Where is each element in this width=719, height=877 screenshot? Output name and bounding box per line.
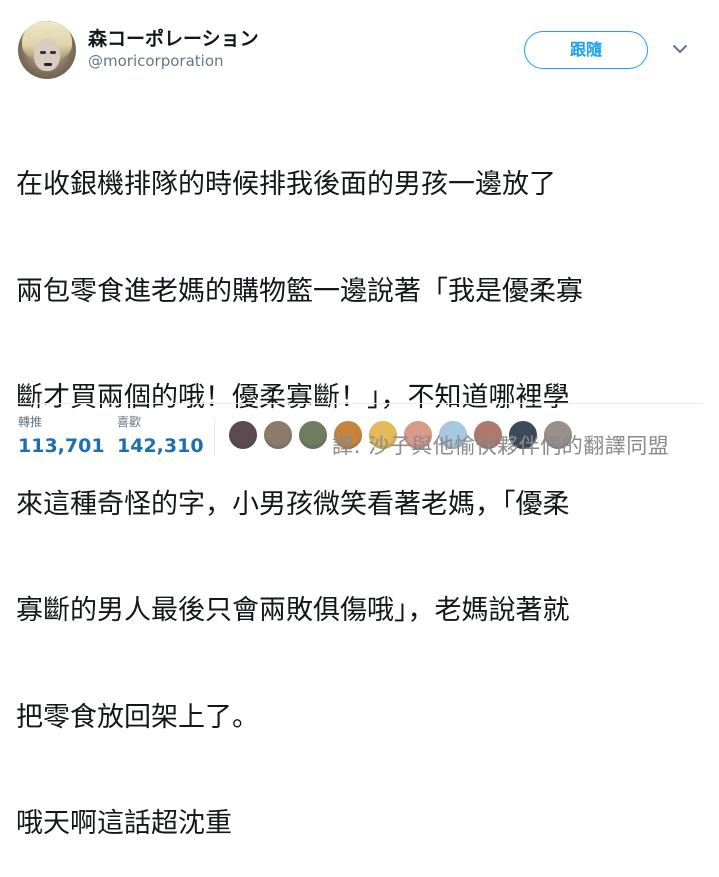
avatar-face (34, 39, 60, 71)
user-display-name[interactable]: 森コーポレーション (88, 24, 259, 51)
translator-watermark: 譯: 沙子與他愉快夥伴們的翻譯同盟 (332, 434, 670, 458)
tweet-text-line: 兩包零食進老媽的購物籃一邊說著「我是優柔寡 (16, 275, 583, 307)
user-avatar[interactable] (18, 21, 76, 79)
like-count[interactable]: 142,310 (117, 432, 204, 460)
tweet-text-line: 在收銀機排隊的時候排我後面的男孩一邊放了 (16, 169, 556, 200)
avatar-eye-right (50, 51, 56, 54)
tweet-text: 在收銀機排隊的時候排我後面的男孩一邊放了 兩包零食進老媽的購物籃一邊說著「我是優… (16, 96, 706, 877)
user-handle[interactable]: @moricorporation (88, 52, 224, 70)
stats-divider (16, 403, 703, 404)
retweet-stat[interactable]: 轉推 113,701 (18, 414, 105, 460)
tweet-header: 森コーポレーション @moricorporation 跟隨 (0, 0, 719, 90)
follow-button[interactable]: 跟隨 (524, 31, 648, 69)
liker-avatar-2[interactable] (263, 420, 293, 450)
chevron-down-icon[interactable] (672, 42, 688, 56)
like-stat[interactable]: 喜歡 142,310 (117, 414, 204, 460)
retweet-count[interactable]: 113,701 (18, 432, 105, 460)
tweet-text-line: 斷才買兩個的哦！優柔寡斷！」，不知道哪裡學 (16, 382, 570, 413)
liker-avatar-3[interactable] (298, 420, 328, 450)
retweet-label: 轉推 (18, 415, 43, 429)
tweet-text-line: 哦天啊這話超沈重 (16, 808, 232, 839)
liker-avatar-1[interactable] (228, 420, 258, 450)
tweet-text-line: 把零食放回架上了。 (16, 701, 259, 733)
tweet-text-line: 來這種奇怪的字，小男孩微笑看著老媽，「優柔 (16, 488, 570, 520)
like-label: 喜歡 (117, 415, 142, 429)
stat-separator (214, 418, 215, 456)
tweet-text-line: 寡斷的男人最後只會兩敗俱傷哦」，老媽說著就 (16, 595, 570, 626)
avatar-lips (44, 63, 52, 66)
avatar-eye-left (40, 51, 46, 54)
